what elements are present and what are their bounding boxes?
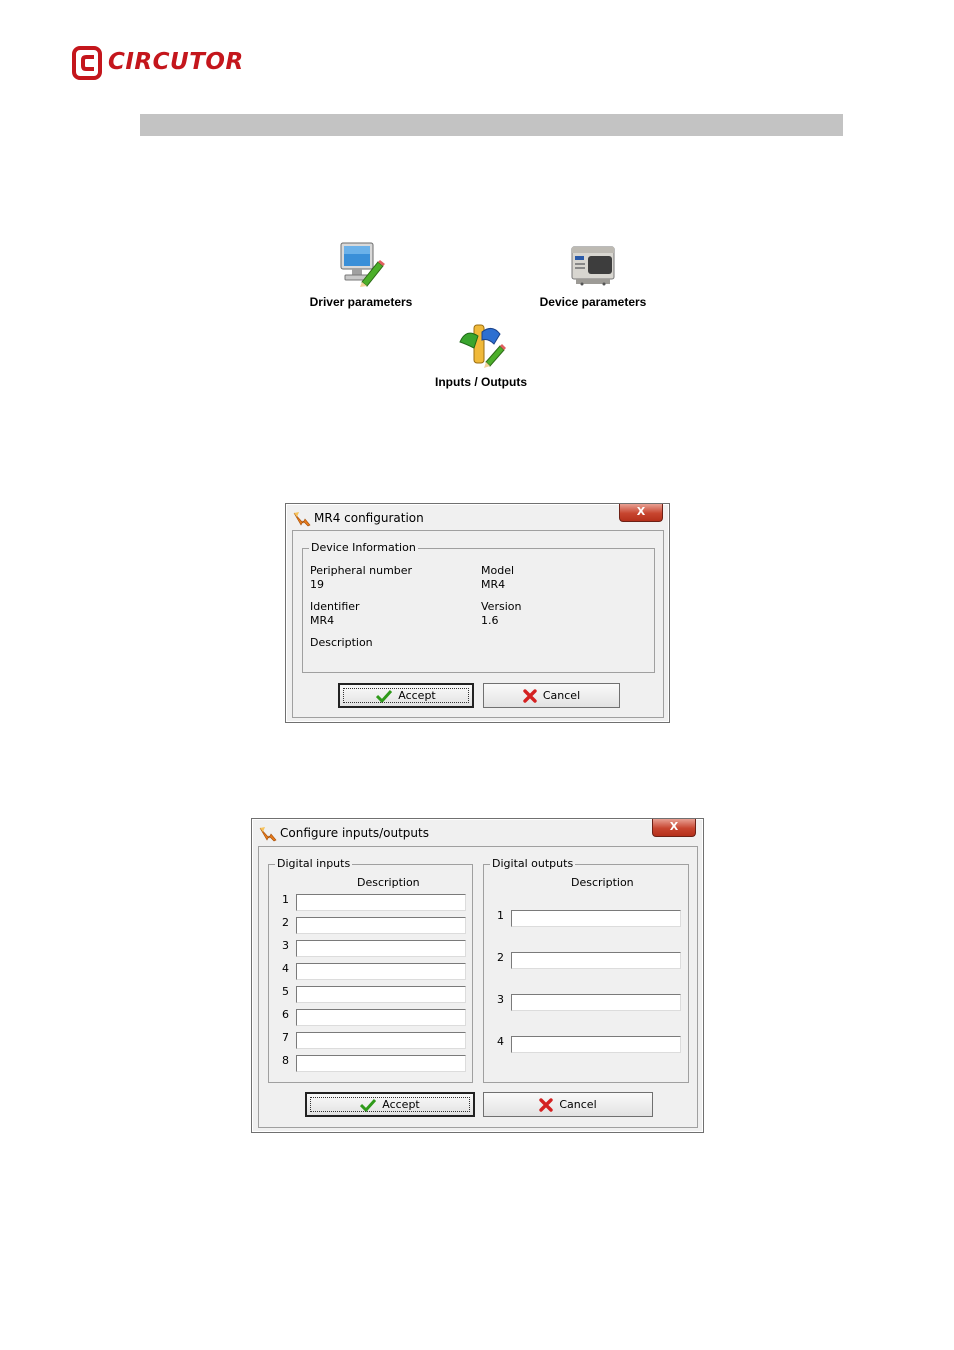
app-arrow-icon [293,512,311,527]
io-plugs-icon [459,324,506,368]
cancel-label: Cancel [542,689,581,702]
output-1-description-field[interactable] [511,910,681,927]
dialog-title: MR4 configuration [314,511,424,525]
identifier-value: MR4 [310,614,335,627]
output-number: 3 [497,993,504,1006]
input-number: 3 [282,939,289,952]
input-2-description-field[interactable] [296,917,466,934]
description-label: Description [310,636,373,649]
input-number: 1 [282,893,289,906]
output-4-description-field[interactable] [511,1036,681,1053]
monitor-pencil-icon [340,242,385,287]
input-7-description-field[interactable] [296,1032,466,1049]
digital-outputs-title: Digital outputs [490,857,576,870]
driver-parameters-label: Driver parameters [309,295,413,309]
input-3-description-field[interactable] [296,940,466,957]
cancel-label: Cancel [559,1098,597,1111]
version-label: Version [481,600,522,613]
cancel-button[interactable]: Cancel [483,683,620,708]
model-label: Model [481,564,515,577]
inputs-outputs-tile[interactable]: Inputs / Outputs [424,322,538,389]
input-4-description-field[interactable] [296,963,466,980]
group-title: Device Information [309,541,418,554]
checkmark-icon [376,689,393,703]
brand-name: CIRCUTOR [108,49,244,75]
digital-inputs-title: Digital inputs [275,857,353,870]
circutor-logo: CIRCUTOR [72,46,252,82]
accept-label: Accept [398,689,436,702]
input-8-description-field[interactable] [296,1055,466,1072]
section-header-bar [140,114,843,136]
inputs-outputs-label: Inputs / Outputs [435,375,527,389]
device-information-group: Device Information Peripheral number 19 … [302,541,655,673]
output-3-description-field[interactable] [511,994,681,1011]
device-parameters-tile[interactable]: Device parameters [531,242,655,309]
peripheral-number-value: 19 [310,578,324,591]
accept-label: Accept [382,1098,420,1111]
output-number: 1 [497,909,504,922]
mr4-configuration-dialog: MR4 configuration X Device Information P… [285,503,670,723]
accept-button[interactable]: Accept [305,1092,475,1117]
output-2-description-field[interactable] [511,952,681,969]
dialog-body: Device Information Peripheral number 19 … [292,530,664,718]
app-arrow-icon [259,827,277,842]
outputs-description-header: Description [571,876,634,889]
close-button[interactable]: X [652,819,696,837]
input-6-description-field[interactable] [296,1009,466,1026]
red-x-icon [523,688,537,703]
identifier-label: Identifier [310,600,360,613]
driver-parameters-tile[interactable]: Driver parameters [300,240,422,309]
cancel-button[interactable]: Cancel [483,1092,653,1117]
circutor-logo-mark-icon [72,46,102,80]
dialog-title: Configure inputs/outputs [280,826,429,840]
inputs-description-header: Description [357,876,420,889]
input-number: 8 [282,1054,289,1067]
input-number: 2 [282,916,289,929]
device-module-icon [571,246,615,286]
version-value: 1.6 [481,614,499,627]
output-number: 2 [497,951,504,964]
dialog-body: Digital inputs Description 1 2 3 4 5 6 7… [258,846,698,1128]
digital-outputs-group: Digital outputs Description 1 2 3 4 [483,857,689,1083]
input-number: 7 [282,1031,289,1044]
input-number: 6 [282,1008,289,1021]
checkmark-icon [360,1098,377,1112]
accept-button[interactable]: Accept [338,683,474,708]
digital-inputs-group: Digital inputs Description 1 2 3 4 5 6 7… [268,857,473,1083]
device-parameters-label: Device parameters [539,295,647,309]
input-5-description-field[interactable] [296,986,466,1003]
model-value: MR4 [481,578,506,591]
configure-io-dialog: Configure inputs/outputs X Digital input… [251,818,704,1133]
close-button[interactable]: X [619,504,663,522]
peripheral-number-label: Peripheral number [310,564,413,577]
output-number: 4 [497,1035,504,1048]
input-number: 5 [282,985,289,998]
input-1-description-field[interactable] [296,894,466,911]
input-number: 4 [282,962,289,975]
red-x-icon [539,1097,554,1112]
